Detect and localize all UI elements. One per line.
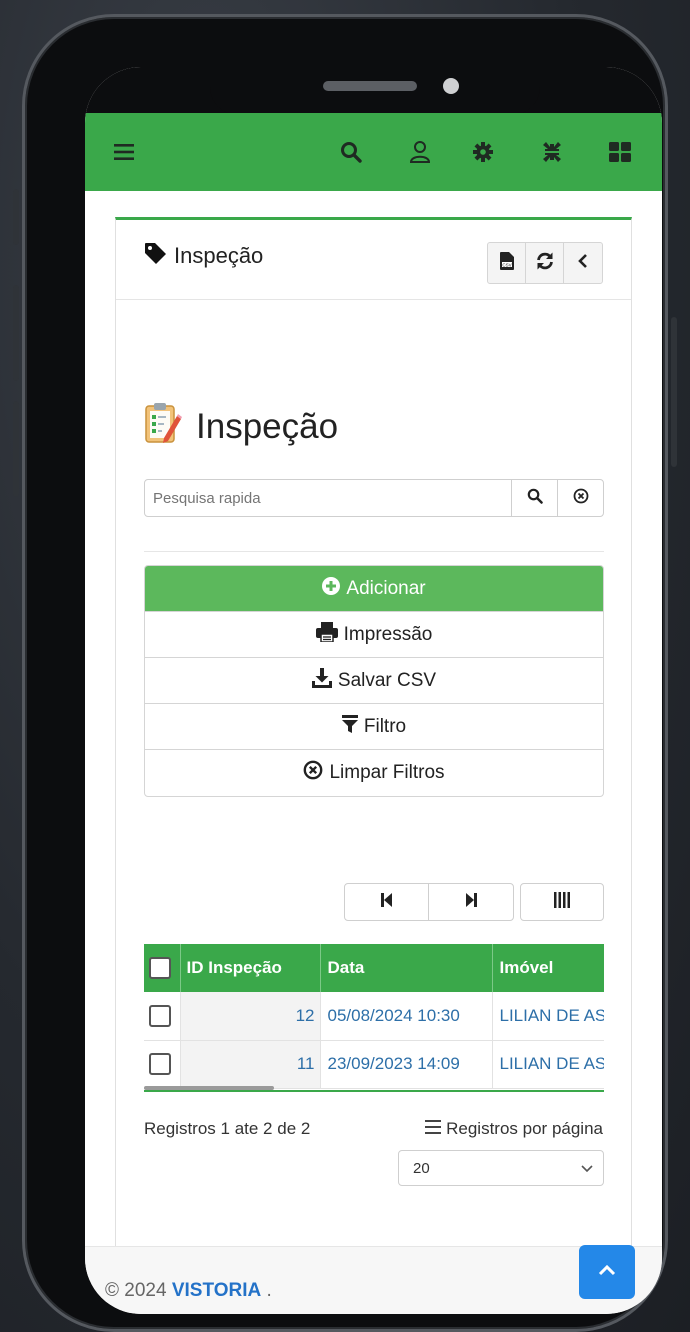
camera xyxy=(443,78,459,94)
clear-filters-button[interactable]: Limpar Filtros xyxy=(145,750,603,796)
column-header[interactable]: Imóvel xyxy=(492,944,604,992)
column-header[interactable]: Data xyxy=(320,944,494,992)
clear-circle-icon xyxy=(573,488,589,509)
download-icon xyxy=(311,667,332,694)
scroll-to-top-button[interactable] xyxy=(579,1245,635,1299)
per-page-label: Registros por página xyxy=(425,1119,603,1139)
id-cell[interactable]: 11 xyxy=(180,1040,322,1089)
columns-icon xyxy=(554,891,570,913)
records-info: Registros 1 ate 2 de 2 xyxy=(144,1119,311,1138)
phone-side-button xyxy=(671,317,677,467)
inspection-card: Inspeção CSV Inspeção Pesquisa rapida Ad… xyxy=(115,217,632,1257)
id-cell[interactable]: 12 xyxy=(180,992,322,1041)
clipboard-icon xyxy=(144,400,182,453)
search-button[interactable] xyxy=(511,480,557,516)
print-button[interactable]: Impressão xyxy=(145,612,603,658)
back-button[interactable] xyxy=(564,243,602,283)
add-label: Adicionar xyxy=(346,577,426,599)
plus-circle-icon xyxy=(322,576,341,601)
divider xyxy=(144,551,604,552)
chevron-up-icon xyxy=(597,1263,617,1282)
row-checkbox[interactable] xyxy=(149,1053,171,1075)
tag-icon xyxy=(144,242,168,270)
skip-start-icon xyxy=(380,892,393,912)
clear-search-button[interactable] xyxy=(557,480,603,516)
date-cell[interactable]: 05/08/2024 10:30 xyxy=(320,992,494,1041)
filter-icon xyxy=(341,714,358,739)
card-title-text: Inspeção xyxy=(174,243,264,268)
last-page-button[interactable] xyxy=(429,884,513,920)
settings-icon[interactable] xyxy=(468,137,498,167)
print-label: Impressão xyxy=(343,623,433,645)
columns-button[interactable] xyxy=(520,883,604,921)
clear-circle-icon xyxy=(303,760,323,786)
footer: © 2024 VISTORIA . xyxy=(85,1246,662,1314)
column-header[interactable]: ID Inspeção xyxy=(180,944,322,992)
select-all-checkbox[interactable] xyxy=(149,957,171,979)
footer-copyright: © 2024 VISTORIA . xyxy=(105,1280,272,1302)
first-page-button[interactable] xyxy=(345,884,429,920)
svg-text:CSV: CSV xyxy=(502,262,511,267)
card-header-buttons: CSV xyxy=(487,242,603,284)
save-csv-label: Salvar CSV xyxy=(337,669,437,691)
user-icon[interactable] xyxy=(405,137,435,167)
copyright-text: © 2024 xyxy=(105,1280,167,1301)
per-page-select[interactable]: 20 xyxy=(398,1150,604,1186)
select-all-cell xyxy=(144,944,181,992)
filter-label: Filtro xyxy=(363,715,407,737)
table-header-row: ID Inspeção Data Imóvel xyxy=(144,944,604,992)
skip-end-icon xyxy=(465,892,477,912)
row-select-cell xyxy=(144,1040,181,1089)
per-page-label-text: Registros por página xyxy=(446,1119,603,1138)
search-icon[interactable] xyxy=(336,137,366,167)
save-csv-button[interactable]: Salvar CSV xyxy=(145,658,603,704)
inspection-table: ID Inspeção Data Imóvel 12 05/08/2024 10… xyxy=(144,944,604,1092)
screen: Inspeção CSV Inspeção Pesquisa rapida Ad… xyxy=(85,67,662,1314)
clear-filters-label: Limpar Filtros xyxy=(329,762,445,783)
pager xyxy=(344,883,514,921)
search-icon xyxy=(527,488,543,509)
date-cell[interactable]: 23/09/2023 14:09 xyxy=(320,1040,494,1089)
add-button[interactable]: Adicionar xyxy=(145,566,603,612)
action-list: Adicionar Impressão Salvar CSV Filtro Li… xyxy=(144,565,604,797)
footer-suffix: . xyxy=(266,1280,272,1301)
row-checkbox[interactable] xyxy=(149,1004,171,1027)
top-navbar xyxy=(85,113,662,191)
chevron-left-icon xyxy=(577,253,589,274)
phone-side-button xyxy=(13,189,19,245)
refresh-button[interactable] xyxy=(526,243,564,283)
grid-icon[interactable] xyxy=(605,137,635,167)
per-page-value: 20 xyxy=(413,1159,430,1177)
property-cell[interactable]: LILIAN DE ASS xyxy=(492,1040,604,1089)
page-title-text: Inspeção xyxy=(196,406,339,446)
quick-search-input[interactable] xyxy=(145,480,511,516)
brand-link[interactable]: VISTORIA xyxy=(172,1280,261,1301)
speaker xyxy=(323,81,417,91)
notch xyxy=(210,67,540,115)
page-title: Inspeção xyxy=(144,400,338,453)
table-row[interactable]: 12 05/08/2024 10:30 LILIAN DE ASS xyxy=(144,992,604,1041)
card-title: Inspeção xyxy=(144,242,263,270)
menu-icon[interactable] xyxy=(109,137,139,167)
property-cell[interactable]: LILIAN DE ASS xyxy=(492,992,604,1041)
list-icon xyxy=(425,1119,442,1139)
phone-frame: Inspeção CSV Inspeção Pesquisa rapida Ad… xyxy=(13,14,677,1332)
refresh-icon xyxy=(535,251,555,276)
compress-icon[interactable] xyxy=(537,137,567,167)
row-select-cell xyxy=(144,992,181,1041)
quick-search xyxy=(144,479,604,517)
phone-side-button xyxy=(13,285,19,381)
csv-export-button[interactable]: CSV xyxy=(488,243,526,283)
table-row[interactable]: 11 23/09/2023 14:09 LILIAN DE ASS xyxy=(144,1040,604,1089)
table-bottom-border xyxy=(144,1090,604,1092)
filter-button[interactable]: Filtro xyxy=(145,704,603,750)
phone-side-button xyxy=(13,401,19,497)
card-header: Inspeção CSV xyxy=(116,220,631,300)
chevron-down-icon xyxy=(581,1160,593,1177)
print-icon xyxy=(315,621,338,648)
csv-icon: CSV xyxy=(499,251,514,275)
